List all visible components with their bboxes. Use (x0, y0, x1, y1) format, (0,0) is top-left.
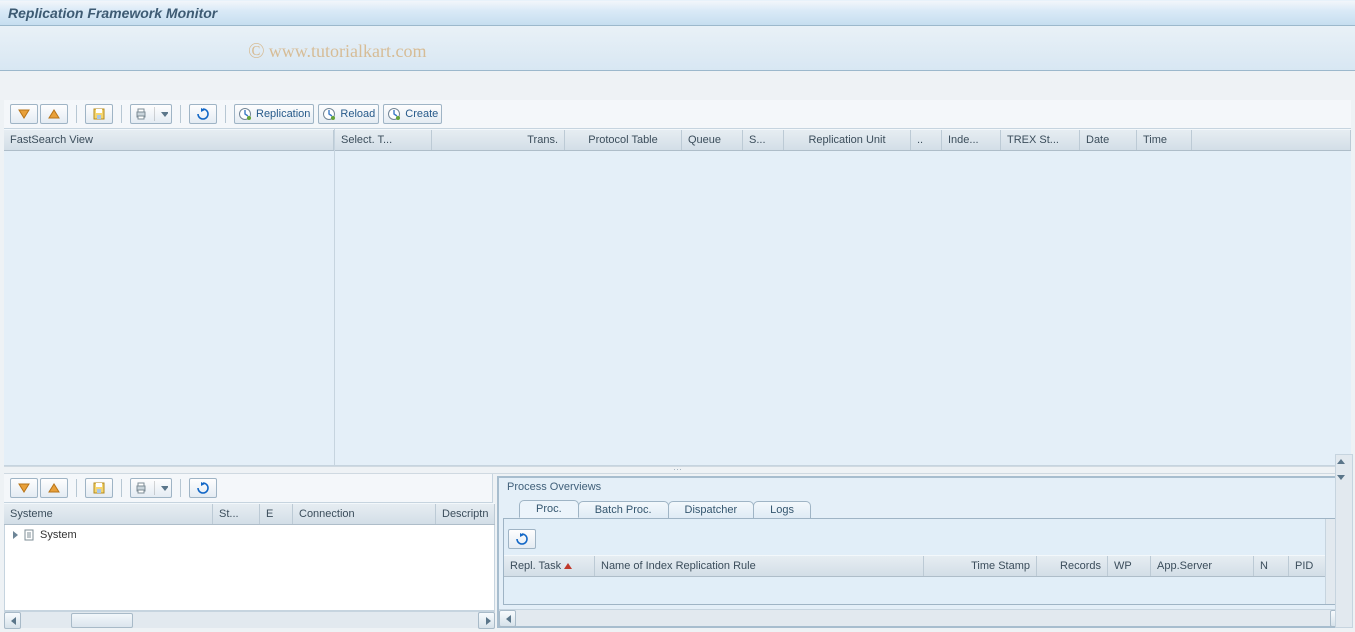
app-menu-bar (0, 26, 1355, 71)
print-icon (134, 481, 148, 495)
triangle-down-icon (17, 107, 31, 121)
proc-col-appserver[interactable]: App.Server (1151, 556, 1254, 576)
document-icon (22, 528, 36, 542)
grid-col-time[interactable]: Time (1137, 130, 1192, 150)
scroll-left-button[interactable] (4, 612, 21, 629)
page-title-bar: Replication Framework Monitor (0, 0, 1355, 26)
scroll-thumb[interactable] (71, 613, 133, 628)
fastsearch-tree-pane: FastSearch View (4, 129, 335, 465)
save-icon (92, 481, 106, 495)
outer-vertical-scrollbar[interactable] (1335, 454, 1353, 628)
sys-col-connection[interactable]: Connection (293, 504, 436, 524)
grid-col-trex[interactable]: TREX St... (1001, 130, 1080, 150)
refresh-button[interactable] (189, 104, 217, 124)
main-toolbar: Replication Reload Create (4, 100, 1351, 129)
grid-col-queue[interactable]: Queue (682, 130, 743, 150)
proc-col-task[interactable]: Repl. Task (504, 556, 595, 576)
tree-node-label: System (40, 529, 77, 541)
system-tree-root[interactable]: System (5, 525, 494, 542)
collapse-all-button[interactable] (40, 104, 68, 124)
proc-col-wp[interactable]: WP (1108, 556, 1151, 576)
sys-col-descriptn[interactable]: Descriptn (436, 504, 495, 524)
grid-col-index[interactable]: Inde... (942, 130, 1001, 150)
scroll-up-button[interactable] (1336, 455, 1352, 470)
expand-all-button[interactable] (10, 104, 38, 124)
tab-logs[interactable]: Logs (753, 501, 811, 518)
proc-col-rule[interactable]: Name of Index Replication Rule (595, 556, 924, 576)
create-button[interactable]: Create (383, 104, 442, 124)
sys-save-button[interactable] (85, 478, 113, 498)
sys-collapse-all-button[interactable] (40, 478, 68, 498)
save-icon (92, 107, 106, 121)
print-button[interactable] (130, 104, 172, 124)
grid-col-repl-unit[interactable]: Replication Unit (784, 130, 911, 150)
grid-header-row: Select. T... Trans. Protocol Table Queue… (335, 129, 1351, 151)
process-overviews-group: Process Overviews Proc. Batch Proc. Disp… (498, 477, 1348, 627)
sys-expand-all-button[interactable] (10, 478, 38, 498)
proc-col-timestamp[interactable]: Time Stamp (924, 556, 1037, 576)
page-title: Replication Framework Monitor (8, 5, 217, 21)
replication-grid: Select. T... Trans. Protocol Table Queue… (335, 129, 1351, 465)
sys-col-status[interactable]: St... (213, 504, 260, 524)
grid-col-protocol[interactable]: Protocol Table (565, 130, 682, 150)
refresh-icon (515, 532, 529, 546)
sys-col-e[interactable]: E (260, 504, 293, 524)
refresh-icon (196, 107, 210, 121)
grid-col-trans[interactable]: Trans. (432, 130, 565, 150)
sys-refresh-button[interactable] (189, 478, 217, 498)
reload-button[interactable]: Reload (318, 104, 379, 124)
refresh-icon (196, 481, 210, 495)
proc-horizontal-scrollbar[interactable] (499, 609, 1347, 626)
grid-col-s[interactable]: S... (743, 130, 784, 150)
tab-page-proc: Repl. Task Name of Index Replication Rul… (503, 518, 1343, 605)
dropdown-icon (154, 107, 168, 121)
tab-proc[interactable]: Proc. (519, 500, 579, 518)
scroll-right-button[interactable] (478, 612, 495, 629)
process-tabstrip: Proc. Batch Proc. Dispatcher Logs (499, 496, 1347, 518)
systems-pane: Systeme St... E Connection Descriptn Sys… (4, 474, 493, 628)
execute-icon (387, 107, 401, 121)
replication-grid-body[interactable] (335, 151, 1351, 465)
print-icon (134, 107, 148, 121)
sort-asc-icon (564, 563, 572, 569)
save-layout-button[interactable] (85, 104, 113, 124)
grid-col-dots[interactable]: .. (911, 130, 942, 150)
tab-batch-proc[interactable]: Batch Proc. (578, 501, 669, 518)
proc-col-records[interactable]: Records (1037, 556, 1108, 576)
sys-print-button[interactable] (130, 478, 172, 498)
tab-dispatcher[interactable]: Dispatcher (668, 501, 755, 518)
systems-horizontal-scrollbar[interactable] (4, 611, 495, 628)
scroll-down-button[interactable] (1336, 470, 1352, 485)
scroll-left-button[interactable] (499, 610, 516, 627)
proc-col-n[interactable]: N (1254, 556, 1289, 576)
tree-header[interactable]: FastSearch View (4, 130, 334, 150)
groupbox-title: Process Overviews (499, 478, 1347, 496)
triangle-up-icon (47, 481, 61, 495)
execute-icon (322, 107, 336, 121)
fastsearch-tree-body[interactable] (4, 151, 334, 465)
triangle-up-icon (47, 107, 61, 121)
dropdown-icon (154, 481, 168, 495)
replication-button[interactable]: Replication (234, 104, 314, 124)
expand-icon[interactable] (13, 531, 18, 539)
grid-col-select[interactable]: Select. T... (335, 130, 432, 150)
proc-refresh-button[interactable] (508, 529, 536, 549)
grid-col-date[interactable]: Date (1080, 130, 1137, 150)
execute-icon (238, 107, 252, 121)
triangle-down-icon (17, 481, 31, 495)
systems-tree-body[interactable]: System (4, 525, 495, 611)
sys-col-systeme[interactable]: Systeme (4, 504, 213, 524)
horizontal-splitter[interactable] (4, 466, 1351, 474)
